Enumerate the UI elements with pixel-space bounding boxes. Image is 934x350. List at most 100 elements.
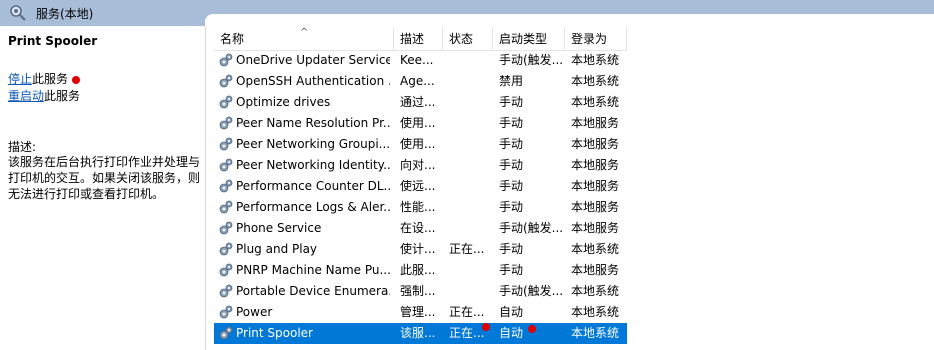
service-name-cell: Print Spooler [236, 326, 313, 340]
service-status-cell: 正在... [449, 305, 485, 319]
stop-service-suffix: 此服务 [32, 72, 69, 86]
column-header-status[interactable]: 状态 [443, 28, 493, 50]
service-desc-cell: 该服... [400, 326, 436, 340]
service-name-cell: Plug and Play [236, 242, 318, 256]
service-login-cell: 本地服务 [571, 200, 620, 214]
service-login-cell: 本地服务 [571, 221, 620, 235]
service-row[interactable]: Performance Logs & Aler... 性能... 手动 本地服务 [214, 197, 627, 218]
service-gear-icon [218, 94, 234, 110]
service-row[interactable]: Peer Networking Identity... 向对... 手动 本地服务 [214, 155, 627, 176]
service-login-cell: 本地系统 [571, 95, 620, 109]
service-desc-cell: Age... [400, 74, 435, 88]
service-row[interactable]: Optimize drives 通过... 手动 本地系统 [214, 92, 627, 113]
service-desc-cell: 性能... [400, 200, 436, 214]
service-gear-icon [218, 199, 234, 215]
service-gear-icon [218, 115, 234, 131]
description-label: 描述: [8, 140, 37, 154]
service-row[interactable]: Power 管理... 正在... 自动 本地系统 [214, 302, 627, 323]
service-desc-cell: 使远... [400, 179, 436, 193]
service-gear-icon [218, 304, 234, 320]
column-header-start-type-label: 启动类型 [499, 32, 548, 46]
service-desc-cell: 此服... [400, 263, 436, 277]
service-desc-cell: 使用... [400, 137, 436, 151]
service-name-cell: Peer Networking Identity... [236, 158, 390, 172]
service-name-cell: OneDrive Updater Service [236, 53, 390, 67]
service-status-cell [449, 260, 494, 281]
service-details-pane: Print Spooler 停止此服务 重启动此服务 描述: 该服务在后台执行打… [0, 26, 206, 350]
service-status-cell [449, 71, 494, 92]
service-status-cell [449, 197, 494, 218]
service-row[interactable]: OpenSSH Authentication ... Age... 禁用 本地系统 [214, 71, 627, 92]
column-header-name[interactable]: 名称 ^ [214, 27, 394, 50]
column-header-login-as[interactable]: 登录为 [565, 28, 627, 50]
service-start-type-cell: 手动(触发... [499, 284, 564, 298]
service-gear-icon [218, 73, 234, 89]
service-start-type-cell: 手动 [499, 179, 524, 193]
stop-service-row: 停止此服务 [8, 70, 68, 87]
services-gear-magnifier-icon [10, 5, 26, 21]
service-status-cell [449, 176, 494, 197]
service-name-cell: PNRP Machine Name Pu... [236, 263, 390, 277]
service-row[interactable]: Print Spooler 该服... 正在... 自动 本地系统 [214, 323, 627, 344]
column-header-start-type[interactable]: 启动类型 [493, 28, 565, 50]
service-desc-cell: 管理... [400, 305, 436, 319]
service-row[interactable]: Plug and Play 使计... 正在... 手动 本地系统 [214, 239, 627, 260]
service-start-type-cell: 手动 [499, 242, 524, 256]
restart-service-row: 重启动此服务 [8, 87, 80, 104]
service-desc-cell: Kee... [400, 53, 434, 67]
sort-ascending-icon: ^ [300, 27, 309, 38]
click-marker [72, 76, 80, 84]
restart-service-link[interactable]: 重启动 [8, 89, 44, 103]
selected-service-name: Print Spooler [8, 34, 98, 48]
service-start-type-cell: 手动 [499, 116, 524, 130]
service-desc-cell: 使用... [400, 116, 436, 130]
service-start-type-cell: 手动 [499, 137, 524, 151]
service-gear-icon [218, 262, 234, 278]
service-desc-cell: 向对... [400, 158, 436, 172]
service-status-cell [449, 113, 494, 134]
column-header-row: 名称 ^ 描述 状态 启动类型 登录为 [214, 27, 627, 51]
service-desc-cell: 使计... [400, 242, 436, 256]
window-title: 服务(本地) [36, 7, 94, 21]
service-status-cell [449, 50, 494, 71]
service-start-type-cell: 手动(触发... [499, 53, 564, 67]
service-row[interactable]: Peer Networking Groupi... 使用... 手动 本地服务 [214, 134, 627, 155]
stop-service-link[interactable]: 停止 [8, 72, 32, 86]
service-row[interactable]: OneDrive Updater Service Kee... 手动(触发... 本地… [214, 50, 627, 71]
service-row[interactable]: Peer Name Resolution Pr... 使用... 手动 本地服务 [214, 113, 627, 134]
service-login-cell: 本地系统 [571, 53, 620, 67]
service-name-cell: Power [236, 305, 273, 319]
column-header-desc[interactable]: 描述 [394, 28, 443, 50]
service-gear-icon [218, 52, 234, 68]
service-start-type-cell: 手动 [499, 158, 524, 172]
service-row[interactable]: Portable Device Enumera... 强制... 手动(触发... 本… [214, 281, 627, 302]
column-header-status-label: 状态 [449, 32, 474, 46]
service-status-cell: 正在... [449, 242, 485, 256]
service-start-type-cell: 禁用 [499, 74, 524, 88]
service-login-cell: 本地服务 [571, 137, 620, 151]
service-login-cell: 本地系统 [571, 326, 620, 340]
service-row[interactable]: Phone Service 在设... 手动(触发... 本地服务 [214, 218, 627, 239]
service-row[interactable]: Performance Counter DL... 使远... 手动 本地服务 [214, 176, 627, 197]
restart-service-suffix: 此服务 [44, 89, 81, 103]
service-start-type-cell: 手动 [499, 200, 524, 214]
service-login-cell: 本地服务 [571, 179, 620, 193]
service-start-type-cell: 手动 [499, 95, 524, 109]
service-start-type-cell: 手动(触发... [499, 221, 564, 235]
service-name-cell: Portable Device Enumera... [236, 284, 390, 298]
service-desc-cell: 强制... [400, 284, 436, 298]
service-desc-cell: 通过... [400, 95, 436, 109]
service-gear-icon [218, 283, 234, 299]
service-start-type-cell: 手动 [499, 263, 524, 277]
service-row[interactable]: PNRP Machine Name Pu... 此服... 手动 本地服务 [214, 260, 627, 281]
service-login-cell: 本地服务 [571, 158, 620, 172]
service-gear-icon [218, 220, 234, 236]
service-name-cell: Performance Logs & Aler... [236, 200, 390, 214]
service-gear-icon [218, 157, 234, 173]
service-login-cell: 本地系统 [571, 284, 620, 298]
service-login-cell: 本地系统 [571, 74, 620, 88]
service-gear-icon [218, 178, 234, 194]
service-name-cell: Peer Networking Groupi... [236, 137, 390, 151]
extended-tab-surface [205, 14, 934, 28]
click-marker [482, 323, 490, 331]
